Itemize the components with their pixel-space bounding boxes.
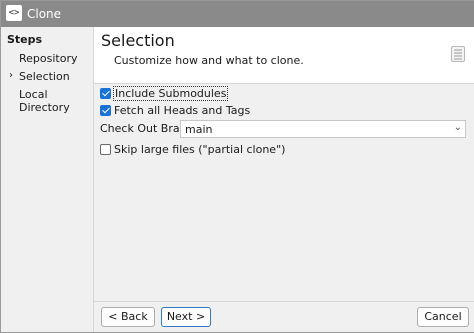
steps-sidebar: Steps Repository › Selection Local Direc… [1, 27, 94, 332]
fetch-heads-tags-checkbox[interactable] [100, 104, 111, 116]
title-bar: <> Clone [1, 1, 474, 27]
page-header: Selection Customize how and what to clon… [94, 27, 474, 84]
cancel-button[interactable]: Cancel [417, 307, 469, 327]
page-subtitle: Customize how and what to clone. [114, 54, 304, 67]
step-selection[interactable]: › Selection [9, 70, 70, 83]
next-button[interactable]: Next > [161, 307, 211, 327]
current-step-marker-icon: › [9, 70, 13, 81]
footer-divider [94, 301, 474, 302]
clone-dialog: <> Clone Steps Repository › Selection Lo… [0, 0, 474, 333]
step-label: Repository [19, 52, 78, 65]
checkout-branch-value: main [185, 123, 213, 136]
step-local-directory[interactable]: Local Directory [19, 88, 93, 114]
chevron-down-icon: ⌄ [453, 122, 462, 133]
include-submodules-option[interactable]: Include Submodules [100, 85, 229, 101]
code-brackets-icon: <> [6, 5, 22, 21]
include-submodules-label: Include Submodules [112, 85, 229, 101]
include-submodules-checkbox[interactable] [100, 87, 111, 99]
skip-large-files-label: Skip large files ("partial clone") [114, 142, 286, 156]
steps-heading: Steps [7, 33, 43, 46]
list-icon [451, 46, 465, 62]
step-label: Local Directory [19, 88, 70, 114]
step-repository[interactable]: Repository [19, 52, 78, 65]
window-title: Clone [27, 7, 62, 21]
checkout-branch-select[interactable]: main ⌄ [180, 120, 466, 138]
skip-large-files-option[interactable]: Skip large files ("partial clone") [100, 141, 285, 157]
page-title: Selection [101, 31, 175, 50]
skip-large-files-checkbox[interactable] [100, 143, 111, 155]
back-button[interactable]: < Back [101, 307, 155, 327]
fetch-heads-tags-label: Fetch all Heads and Tags [114, 103, 251, 117]
step-label: Selection [19, 70, 70, 83]
fetch-heads-tags-option[interactable]: Fetch all Heads and Tags [100, 102, 250, 118]
